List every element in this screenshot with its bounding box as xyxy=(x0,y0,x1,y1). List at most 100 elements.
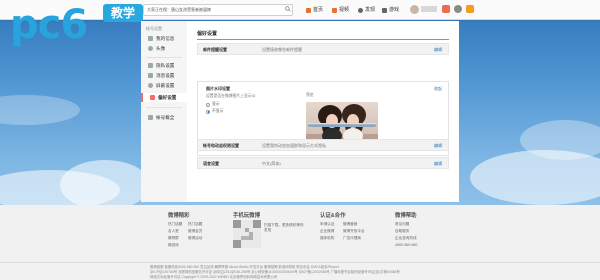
row-description: 设置我的动态加速群和显示方式隐私 xyxy=(262,143,326,148)
footer-column-help: 微博帮助 xyxy=(395,211,417,219)
sidebar-item-label: 屏蔽设置 xyxy=(156,83,175,88)
watermark-text: pc6 xyxy=(10,2,88,48)
sidebar-item-avatar[interactable]: 头像 xyxy=(141,44,187,53)
nav-discover[interactable]: 发现 xyxy=(358,6,375,14)
footer-column-highlights: 微博精彩 xyxy=(168,211,190,219)
avatar-icon xyxy=(148,46,153,51)
row-label: 帐号和动态权限设置 xyxy=(203,143,239,148)
row-description: 设置接收哪些邮件提醒 xyxy=(262,47,302,52)
message-icon[interactable] xyxy=(442,5,450,13)
block-icon xyxy=(148,83,153,88)
sidebar-item-block[interactable]: 屏蔽设置 xyxy=(141,81,187,90)
edit-link[interactable]: 编辑 xyxy=(434,47,442,53)
sidebar-item-label: 偏好设置 xyxy=(158,95,177,100)
pc6-watermark-logo: pc6 教学 xyxy=(10,2,150,48)
message-icon xyxy=(148,73,153,78)
footer-link[interactable]: 自助服务 xyxy=(395,229,409,234)
sidebar-title: 帐号设置 xyxy=(146,26,162,31)
radio-option-show[interactable]: 显示 xyxy=(206,102,220,107)
game-icon xyxy=(382,7,387,13)
footer-link[interactable]: 热门话题 xyxy=(188,222,202,227)
edit-link[interactable]: 编辑 xyxy=(434,143,442,149)
row-description: 中文(简体) xyxy=(262,161,281,166)
search-icon[interactable] xyxy=(285,6,291,12)
footer-link[interactable]: 微博开放平台 xyxy=(343,229,365,234)
footer-hotline: 4000-960-960 xyxy=(395,243,418,247)
username-link[interactable] xyxy=(421,6,437,12)
user-icon xyxy=(148,36,153,41)
settings-row-language: 语言设置 中文(简体) 编辑 xyxy=(197,157,449,169)
footer-link[interactable]: 申请认证 xyxy=(320,222,334,227)
edit-link[interactable]: 编辑 xyxy=(434,161,442,167)
lock-icon xyxy=(148,63,153,68)
footer-heading: 微博帮助 xyxy=(395,213,417,219)
video-icon xyxy=(332,7,337,13)
collapse-link[interactable]: 收起 xyxy=(434,86,442,92)
footer-divider xyxy=(0,262,600,263)
sidebar-item-privacy[interactable]: 隐私设置 xyxy=(141,61,187,70)
footer-link[interactable]: 微吧群 xyxy=(168,236,179,241)
sidebar-item-label: 我的信息 xyxy=(156,36,175,41)
nav-discover-label: 发现 xyxy=(365,7,376,13)
cloud-decoration xyxy=(520,120,600,160)
footer-link[interactable]: 企业微博 xyxy=(320,229,334,234)
footer-link[interactable]: 微博会员 xyxy=(188,229,202,234)
footer-link[interactable]: 微游戏 xyxy=(168,243,179,248)
footer-heading: 微博精彩 xyxy=(168,213,190,219)
home-icon xyxy=(306,7,311,13)
footer-link[interactable]: 名人堂 xyxy=(168,229,179,234)
settings-row-email: 邮件提醒设置 设置接收哪些邮件提醒 编辑 xyxy=(197,43,449,55)
discover-icon xyxy=(358,7,363,13)
settings-row-permissions: 帐号和动态权限设置 设置我的动态加速群和显示方式隐私 编辑 xyxy=(197,139,449,151)
radio-option-hide[interactable]: 不显示 xyxy=(206,109,223,114)
footer-link[interactable]: 广告代理商 xyxy=(343,236,361,241)
row-label: 邮件提醒设置 xyxy=(203,47,227,52)
section-hint: 设置是否在微博图片上显示ID xyxy=(206,94,256,98)
footer-copyright-line: 网络文化经营许可证 Copyright © 2009-2022 WEIBO 北京… xyxy=(150,275,278,279)
footer-link[interactable]: 扫描下载，更多精彩等你发现 xyxy=(264,223,304,233)
preferences-content: 偏好设置 邮件提醒设置 设置接收哪些邮件提醒 编辑 图片水印设置 收起 设置是否… xyxy=(187,21,459,202)
footer-link[interactable]: 媒体机构 xyxy=(320,236,334,241)
settings-sidebar: 帐号设置 我的信息 头像 隐私设置 消息设置 屏蔽设置 偏好设置 帐号概全 xyxy=(141,21,187,202)
search-input[interactable]: 大家正在搜：唐山女孩受害者被逼嫁 xyxy=(143,4,293,16)
sidebar-item-my-info[interactable]: 我的信息 xyxy=(141,34,187,43)
qr-code-image xyxy=(233,220,261,248)
footer-link[interactable]: 热门话题 xyxy=(168,222,182,227)
footer-heading: 认证&合作 xyxy=(320,213,346,219)
shield-icon xyxy=(148,115,153,120)
sidebar-divider xyxy=(146,107,182,108)
watermark-badge: 教学 xyxy=(103,4,143,22)
cloud-decoration xyxy=(0,95,80,125)
gear-icon[interactable] xyxy=(454,5,462,13)
cloud-decoration xyxy=(60,160,150,210)
nav-video-label: 视频 xyxy=(339,7,350,13)
radio-label: 显示 xyxy=(212,102,220,106)
sidebar-divider xyxy=(146,57,182,58)
preferences-icon xyxy=(150,95,155,100)
avatar[interactable] xyxy=(410,5,419,14)
sidebar-item-label: 隐私设置 xyxy=(156,63,175,68)
sidebar-item-label: 头像 xyxy=(156,46,166,51)
nav-game-label: 游戏 xyxy=(389,7,400,13)
footer-link[interactable]: 微博活动 xyxy=(188,236,202,241)
preview-label: 预览 xyxy=(306,93,314,97)
nav-home[interactable]: 首页 xyxy=(306,6,323,14)
sidebar-item-preferences[interactable]: 偏好设置 xyxy=(141,93,187,102)
footer-heading: 手机玩微博 xyxy=(233,213,260,219)
nav-game[interactable]: 游戏 xyxy=(382,6,399,14)
sidebar-item-label: 消息设置 xyxy=(156,73,175,78)
footer-link[interactable]: 微博营销 xyxy=(343,222,357,227)
footer-column-cooperation: 认证&合作 xyxy=(320,211,345,219)
radio-button[interactable] xyxy=(206,102,210,107)
footer-link[interactable]: 企业咨询热线 xyxy=(395,236,417,241)
radio-button[interactable] xyxy=(206,109,210,114)
nav-video[interactable]: 视频 xyxy=(332,6,349,14)
compose-icon[interactable] xyxy=(466,5,474,13)
sidebar-item-label: 帐号概全 xyxy=(156,115,175,120)
sidebar-item-security[interactable]: 帐号概全 xyxy=(141,113,187,122)
row-label: 语言设置 xyxy=(203,161,219,166)
footer-column-mobile: 手机玩微博 xyxy=(233,211,260,219)
section-label: 图片水印设置 xyxy=(206,86,230,91)
sidebar-item-messages[interactable]: 消息设置 xyxy=(141,71,187,80)
footer-link[interactable]: 常见问题 xyxy=(395,222,409,227)
